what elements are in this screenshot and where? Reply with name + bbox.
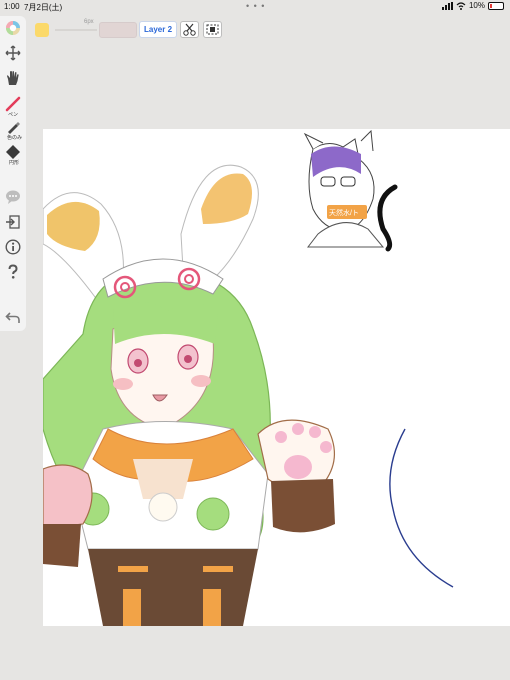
- status-date: 7月2日(土): [24, 3, 63, 12]
- scissors-icon: [183, 23, 196, 36]
- battery-icon: [488, 1, 504, 10]
- status-right: 10%: [441, 1, 504, 10]
- select-transform-button[interactable]: [203, 21, 222, 38]
- help-button[interactable]: [2, 261, 24, 283]
- undo-button[interactable]: [2, 306, 24, 328]
- left-sidebar: ペン 色のみ 円形: [0, 16, 26, 331]
- status-bar: 1:00 7月2日(土) • • • 10%: [0, 0, 510, 14]
- color-wheel-button[interactable]: [2, 17, 24, 39]
- brush-size-slider[interactable]: [55, 29, 97, 31]
- top-toolbar: 6px Layer 2: [0, 16, 510, 42]
- tools-button[interactable]: [180, 21, 199, 38]
- color-wheel-icon: [6, 21, 20, 35]
- multitask-dots-icon[interactable]: • • •: [246, 1, 265, 11]
- fill-tool-label: 色のみ: [7, 135, 23, 141]
- transform-icon: [206, 24, 219, 35]
- eraser-icon: [6, 145, 20, 159]
- info-icon: [5, 239, 21, 255]
- eraser-tool-label: 円形: [9, 160, 20, 166]
- layer-button[interactable]: Layer 2: [139, 21, 178, 38]
- marker-icon: [8, 122, 20, 134]
- battery-percent: 10%: [468, 1, 485, 10]
- export-button[interactable]: [2, 211, 24, 233]
- drawing-app: 1:00 7月2日(土) • • • 10% 6px Layer 2 ペン 色の…: [0, 0, 510, 680]
- chat-icon: [6, 190, 20, 204]
- hand-button[interactable]: [2, 67, 24, 89]
- help-icon: [8, 264, 18, 279]
- artwork: 天然水/ト: [42, 129, 454, 626]
- wifi-icon: [456, 1, 466, 10]
- undo-icon: [5, 312, 20, 323]
- status-time: 1:00: [4, 2, 20, 11]
- move-icon: [5, 45, 21, 61]
- export-icon: [6, 215, 20, 229]
- drawing-canvas[interactable]: 天然水/ト: [42, 129, 510, 626]
- chat-button[interactable]: [2, 186, 24, 208]
- pen-icon: [5, 96, 21, 112]
- brush-size-label: 6px: [84, 19, 94, 25]
- hand-icon: [7, 71, 19, 85]
- info-button[interactable]: [2, 236, 24, 258]
- move-button[interactable]: [2, 42, 24, 64]
- current-color-swatch[interactable]: [35, 23, 49, 37]
- sign-text: 天然水/ト: [329, 208, 359, 217]
- cell-signal-icon: [441, 1, 453, 10]
- opacity-box[interactable]: [99, 22, 137, 38]
